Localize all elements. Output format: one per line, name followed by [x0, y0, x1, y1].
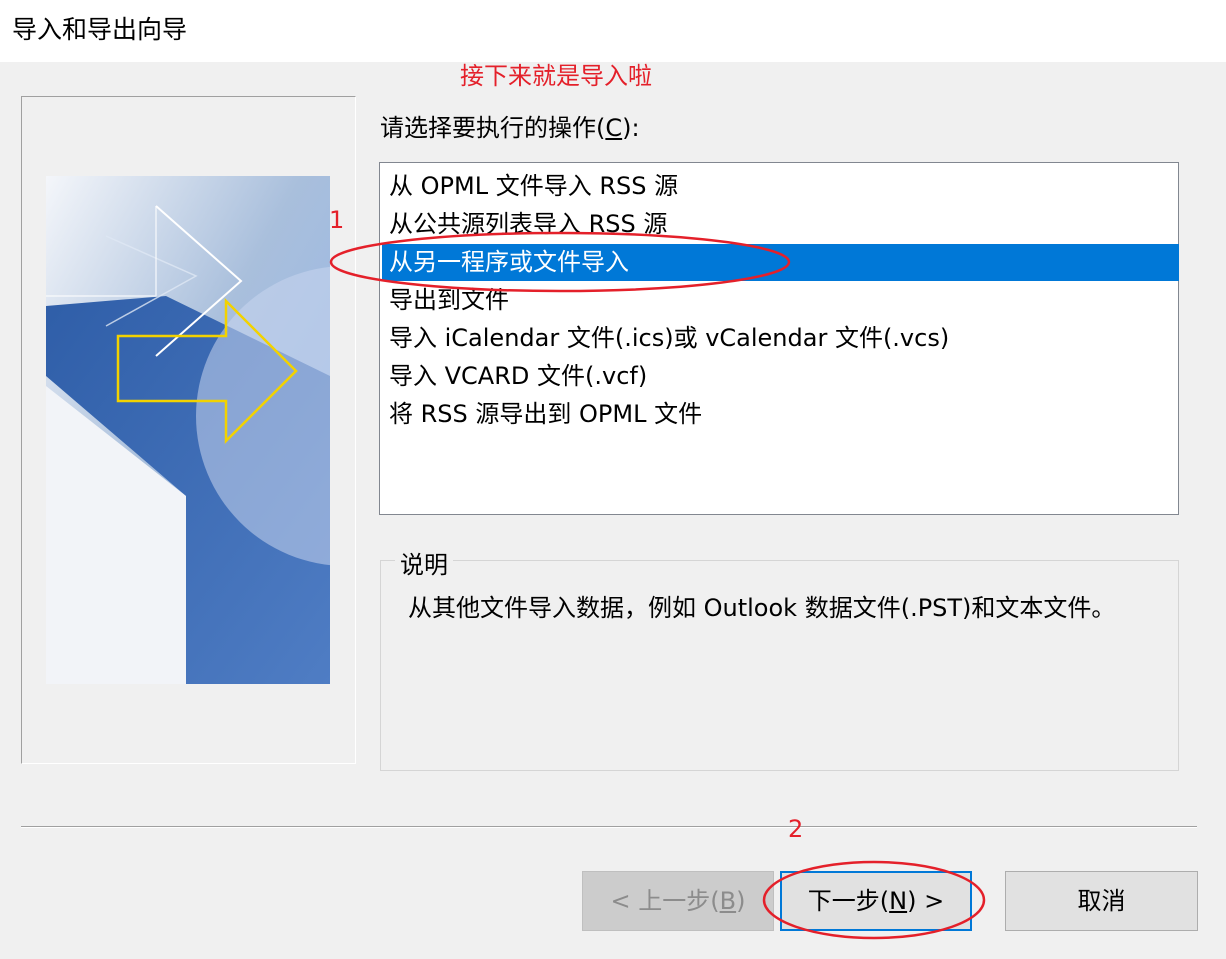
list-item-import-opml[interactable]: 从 OPML 文件导入 RSS 源	[386, 168, 678, 205]
annotation-step-2: 2	[788, 815, 804, 843]
list-item-export-to-file[interactable]: 导出到文件	[386, 282, 509, 319]
list-item-import-icalendar[interactable]: 导入 iCalendar 文件(.ics)或 vCalendar 文件(.vcs…	[386, 320, 949, 357]
action-prompt-label: 请选择要执行的操作(C):	[380, 114, 640, 142]
list-item-import-from-program[interactable]: 从另一程序或文件导入	[382, 244, 1179, 281]
list-item-import-public-rss[interactable]: 从公共源列表导入 RSS 源	[386, 206, 667, 243]
window-title: 导入和导出向导	[12, 15, 188, 44]
title-bar: 导入和导出向导	[0, 0, 1226, 62]
description-text: 从其他文件导入数据，例如 Outlook 数据文件(.PST)和文本文件。	[408, 594, 1116, 622]
annotation-note: 接下来就是导入啦	[460, 62, 652, 90]
list-item-export-rss-opml[interactable]: 将 RSS 源导出到 OPML 文件	[386, 396, 702, 433]
cancel-button[interactable]: 取消	[1005, 871, 1198, 931]
list-item-import-vcard[interactable]: 导入 VCARD 文件(.vcf)	[386, 358, 647, 395]
button-separator	[21, 826, 1197, 828]
next-button[interactable]: 下一步(N) >	[780, 871, 972, 931]
action-listbox[interactable]: 从 OPML 文件导入 RSS 源 从公共源列表导入 RSS 源 从另一程序或文…	[379, 162, 1179, 515]
back-button[interactable]: < 上一步(B)	[582, 871, 774, 931]
wizard-illustration	[46, 176, 330, 684]
annotation-step-1: 1	[329, 206, 345, 234]
description-label: 说明	[395, 545, 453, 580]
